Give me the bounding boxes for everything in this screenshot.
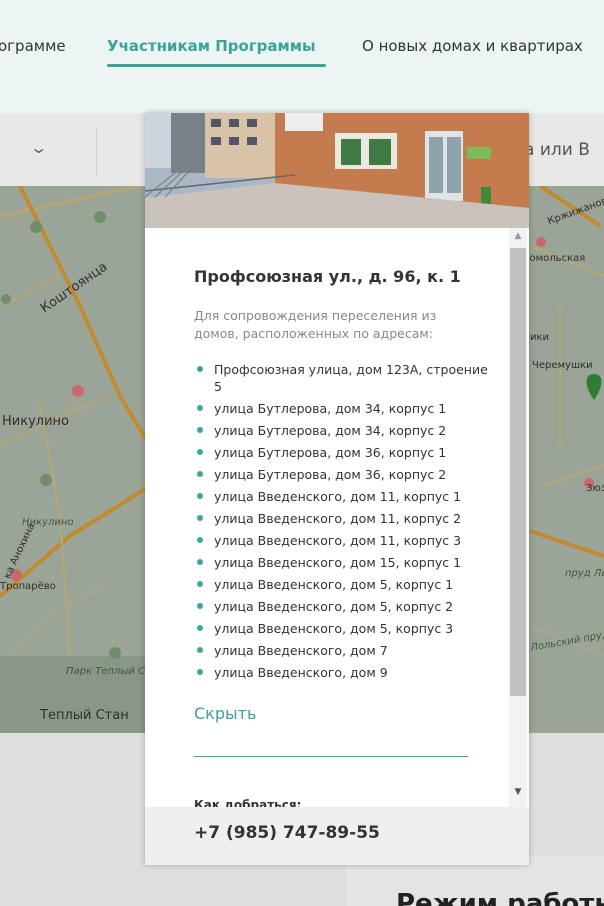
phone-bar: +7 (985) 747-89-55 (145, 807, 529, 865)
modal-description: Для сопровождения переселения из домов, … (194, 308, 437, 341)
bullet-dot (197, 471, 203, 477)
bullet-dot (197, 581, 203, 587)
map-label: Парк Теплый Ст (66, 666, 151, 677)
chevron-down-icon[interactable]: ⌄ (29, 138, 48, 157)
address-text: улица Введенского, дом 9 (214, 665, 388, 680)
address-text: улица Бутлерова, дом 36, корпус 1 (214, 445, 447, 460)
list-item: улица Бутлерова, дом 36, корпус 2 (194, 466, 494, 483)
address-text: улица Введенского, дом 11, корпус 2 (214, 511, 462, 526)
address-text: улица Бутлерова, дом 34, корпус 1 (214, 401, 447, 416)
modal-title: Профсоюзная ул., д. 96, к. 1 (194, 267, 461, 286)
list-item: улица Введенского, дом 5, корпус 1 (194, 576, 494, 593)
list-item: улица Введенского, дом 9 (194, 664, 494, 681)
list-item: улица Введенского, дом 11, корпус 2 (194, 510, 494, 527)
bullet-dot (197, 405, 203, 411)
address-text: улица Введенского, дом 5, корпус 2 (214, 599, 454, 614)
nav-item-participants[interactable]: Участникам Программы (107, 37, 316, 55)
scrollbar-thumb[interactable] (510, 248, 526, 696)
top-navigation: ограмме Участникам Программы О новых дом… (0, 0, 604, 113)
schedule-heading: Режим работы (396, 889, 604, 906)
list-item: улица Введенского, дом 7 (194, 642, 494, 659)
building-photo (145, 113, 529, 228)
address-list: Профсоюзная улица, дом 123А, строение 5 … (194, 361, 494, 686)
scroll-down-icon[interactable]: ▼ (510, 787, 526, 801)
bullet-dot (197, 669, 203, 675)
map-label: Теплый Стан (40, 708, 129, 723)
bullet-dot (197, 603, 203, 609)
bullet-dot (197, 493, 203, 499)
bullet-dot (197, 559, 203, 565)
map-label: пруд Липнякс (565, 568, 604, 579)
address-text: улица Введенского, дом 11, корпус 1 (214, 489, 462, 504)
address-text: улица Бутлерова, дом 36, корпус 2 (214, 467, 447, 482)
section-divider (194, 756, 468, 757)
bullet-dot (197, 625, 203, 631)
bullet-dot (197, 647, 203, 653)
address-text: Профсоюзная улица, дом 123А, строение 5 (214, 362, 488, 394)
list-item: Профсоюзная улица, дом 123А, строение 5 (194, 361, 494, 395)
bullet-dot (197, 449, 203, 455)
address-text: улица Введенского, дом 15, корпус 1 (214, 555, 462, 570)
bullet-dot (197, 537, 203, 543)
list-item: улица Введенского, дом 11, корпус 3 (194, 532, 494, 549)
address-text: улица Введенского, дом 5, корпус 3 (214, 621, 454, 636)
nav-item-program[interactable]: ограмме (0, 37, 66, 55)
address-text: улица Введенского, дом 7 (214, 643, 388, 658)
hide-link[interactable]: Скрыть (194, 704, 256, 723)
map-label: Тропарёво (0, 581, 56, 592)
scroll-up-icon[interactable]: ▲ (510, 231, 526, 245)
bullet-dot (197, 366, 203, 372)
address-text: улица Бутлерова, дом 34, корпус 2 (214, 423, 447, 438)
list-item: улица Бутлерова, дом 34, корпус 2 (194, 422, 494, 439)
bullet-dot (197, 515, 203, 521)
list-item: улица Введенского, дом 5, корпус 2 (194, 598, 494, 615)
address-text: улица Введенского, дом 11, корпус 3 (214, 533, 462, 548)
nav-item-new-homes[interactable]: О новых домах и квартирах (362, 37, 583, 55)
nav-active-underline (107, 64, 326, 67)
list-item: улица Бутлерова, дом 36, корпус 1 (194, 444, 494, 461)
address-modal: Профсоюзная ул., д. 96, к. 1 Для сопрово… (145, 113, 529, 865)
list-item: улица Введенского, дом 11, корпус 1 (194, 488, 494, 505)
map-label: Никулино (2, 414, 69, 429)
map-label: Зюз (586, 483, 604, 494)
bullet-dot (197, 427, 203, 433)
map-label: сомольская (524, 253, 586, 264)
list-item: улица Бутлерова, дом 34, корпус 1 (194, 400, 494, 417)
map-label: Черемушки (532, 360, 593, 371)
list-item: улица Введенского, дом 5, корпус 3 (194, 620, 494, 637)
phone-link[interactable]: +7 (985) 747-89-55 (194, 823, 380, 843)
list-item: улица Введенского, дом 15, корпус 1 (194, 554, 494, 571)
filter-divider (96, 128, 97, 176)
search-input-placeholder[interactable]: а или В (524, 140, 590, 160)
address-text: улица Введенского, дом 5, корпус 1 (214, 577, 454, 592)
map-label: ики (530, 332, 550, 343)
